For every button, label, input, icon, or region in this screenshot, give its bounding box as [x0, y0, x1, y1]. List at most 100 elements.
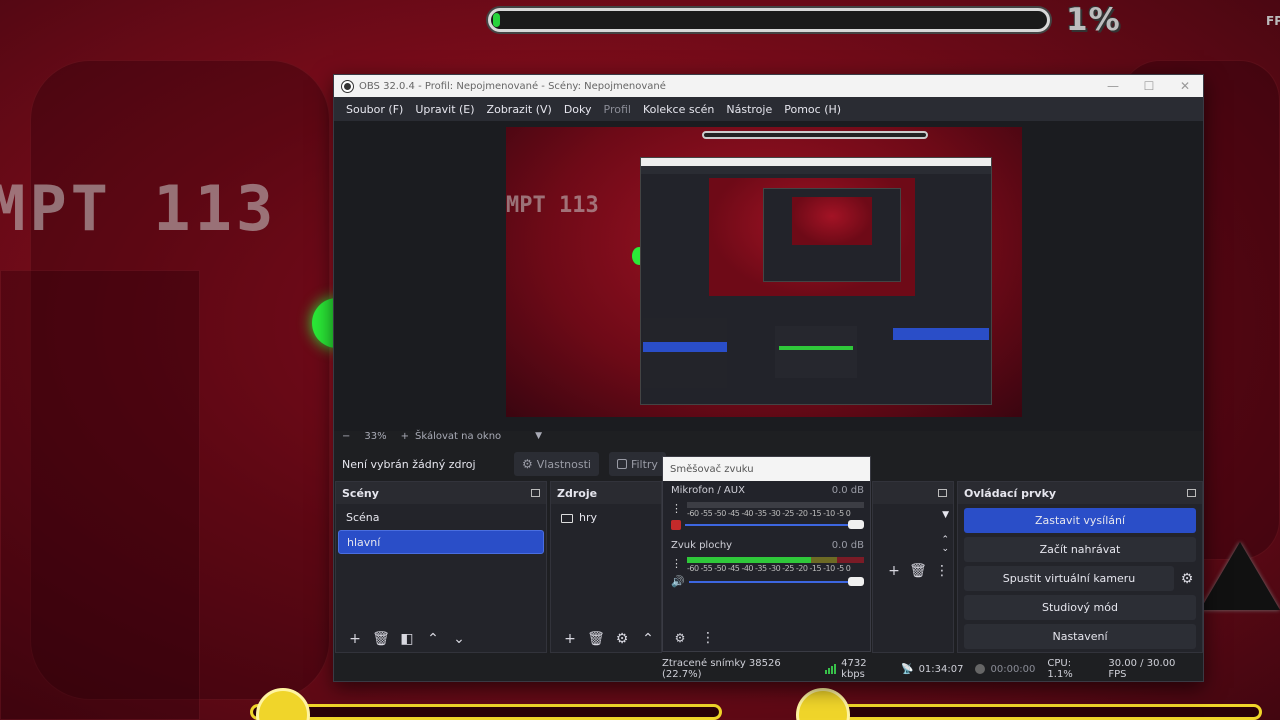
- nested-obs-preview: [640, 157, 992, 405]
- transitions-toolbar: + 🗑 ⋮: [873, 560, 953, 582]
- nested-title-bar: [641, 158, 991, 166]
- menu-docks[interactable]: Doky: [558, 103, 598, 116]
- record-time-value: 00:00:00: [990, 663, 1036, 675]
- source-item[interactable]: hry: [553, 506, 659, 530]
- properties-label: Vlastnosti: [536, 457, 591, 471]
- dropped-frames: Ztracené snímky 38526 (22.7%): [662, 658, 781, 680]
- menu-profile[interactable]: Profil: [598, 103, 637, 116]
- move-up-icon[interactable]: ⌃: [422, 628, 444, 650]
- channel-menu-icon[interactable]: ⋮: [671, 503, 682, 514]
- start-recording-button[interactable]: Začít nahrávat: [964, 537, 1196, 562]
- undock-icon[interactable]: [938, 489, 947, 497]
- menu-help[interactable]: Pomoc (H): [778, 103, 847, 116]
- stream-time: 📡 01:34:07: [901, 664, 963, 675]
- game-progress-fill: [493, 13, 500, 27]
- channel-menu-icon[interactable]: ⋮: [671, 558, 682, 569]
- nested-mixer: [775, 326, 857, 378]
- gear-icon: ⚙: [522, 457, 533, 471]
- menu-edit[interactable]: Upravit (E): [409, 103, 480, 116]
- signal-icon: [825, 664, 837, 674]
- title-bar: OBS 32.0.4 - Profil: Nepojmenované - Scé…: [334, 75, 1203, 97]
- maximize-button[interactable]: ☐: [1131, 79, 1167, 93]
- mixer-channel-mic: Mikrofon / AUX 0.0 dB ⋮ -60 -55 -50 -45 …: [663, 481, 870, 530]
- yellow-jump-pad: [796, 688, 850, 720]
- audio-mixer-window: Směšovač zvuku Mikrofon / AUX 0.0 dB ⋮ -…: [662, 456, 871, 652]
- controls-header: Ovládací prvky: [958, 482, 1202, 504]
- volume-slider[interactable]: [685, 520, 864, 530]
- nested-preview-canvas: [709, 178, 915, 296]
- scenes-header: Scény: [336, 482, 546, 504]
- sources-toolbar: + 🗑 ⚙ ⌃: [551, 626, 661, 652]
- move-down-icon[interactable]: ⌄: [448, 628, 470, 650]
- scale-to-window[interactable]: Škálovat na okno: [415, 431, 501, 442]
- channel-db: 0.0 dB: [831, 485, 864, 496]
- menu-view[interactable]: Zobrazit (V): [481, 103, 558, 116]
- studio-mode-button[interactable]: Studiový mód: [964, 595, 1196, 620]
- scene-item[interactable]: Scéna: [338, 506, 544, 530]
- slider-knob[interactable]: [848, 576, 864, 586]
- scene-filters-icon[interactable]: ◧: [396, 628, 418, 650]
- trash-icon[interactable]: 🗑: [585, 628, 607, 650]
- minimize-button[interactable]: —: [1095, 79, 1131, 93]
- start-virtual-camera-button[interactable]: Spustit virtuální kameru: [964, 566, 1174, 591]
- more-options-icon[interactable]: ⋮: [697, 627, 719, 649]
- game-fps-label: FP: [1266, 14, 1280, 28]
- stop-stream-button[interactable]: Zastavit vysílání: [964, 508, 1196, 533]
- gear-icon[interactable]: ⚙: [1176, 568, 1198, 590]
- advanced-audio-icon[interactable]: ⚙: [669, 627, 691, 649]
- volume-meter: -60 -55 -50 -45 -40 -35 -30 -25 -20 -15 …: [687, 502, 864, 518]
- channel-name: Mikrofon / AUX: [671, 485, 745, 496]
- undock-icon[interactable]: [1187, 489, 1196, 497]
- zoom-in-button[interactable]: +: [401, 431, 409, 442]
- zoom-out-button[interactable]: −: [342, 431, 350, 442]
- slider-knob[interactable]: [848, 520, 864, 529]
- more-options-icon[interactable]: ⋮: [931, 560, 953, 582]
- source-label: hry: [579, 511, 598, 524]
- menu-tools[interactable]: Nástroje: [720, 103, 778, 116]
- add-scene-icon[interactable]: +: [344, 628, 366, 650]
- menu-file[interactable]: Soubor (F): [340, 103, 409, 116]
- meter-track: [687, 502, 864, 508]
- fps-indicator: 30.00 / 30.00 FPS: [1108, 658, 1176, 680]
- trash-icon[interactable]: 🗑: [907, 560, 929, 582]
- close-button[interactable]: ✕: [1167, 79, 1203, 93]
- scenes-toolbar: + 🗑 ◧ ⌃ ⌄: [336, 626, 546, 652]
- preview-attempt-text: MPT 113: [506, 193, 599, 218]
- mute-icon[interactable]: [671, 520, 681, 530]
- filters-button[interactable]: Filtry: [608, 452, 666, 476]
- add-source-icon[interactable]: +: [559, 628, 581, 650]
- move-up-icon[interactable]: ⌃: [637, 628, 659, 650]
- no-source-label: Není vybrán žádný zdroj: [342, 457, 476, 471]
- duration-spinner-icon[interactable]: ⌃ ⌄: [873, 536, 949, 554]
- transition-dropdown-chevron-icon[interactable]: ▼: [873, 510, 949, 532]
- scale-dropdown-chevron-icon[interactable]: ▼: [535, 431, 542, 441]
- bitrate-value: 4732 kbps: [841, 658, 867, 680]
- meter-clip-zone: [837, 557, 864, 563]
- obs-logo-icon: [342, 80, 353, 92]
- menu-scene-collection[interactable]: Kolekce scén: [637, 103, 720, 116]
- transitions-header: [873, 482, 953, 504]
- nested-stop-stream: [893, 328, 989, 340]
- scene-item-selected[interactable]: hlavní: [338, 530, 544, 554]
- gear-icon[interactable]: ⚙: [611, 628, 633, 650]
- add-transition-icon[interactable]: +: [883, 560, 905, 582]
- trash-icon[interactable]: 🗑: [370, 628, 392, 650]
- mixer-channel-desktop: Zvuk plochy 0.0 dB ⋮ -60 -55 -50 -45 -40…: [663, 536, 870, 588]
- game-attempt-text: MPT 113: [0, 172, 278, 245]
- volume-meter: -60 -55 -50 -45 -40 -35 -30 -25 -20 -15 …: [687, 557, 864, 573]
- volume-slider[interactable]: [689, 576, 864, 587]
- preview-area[interactable]: MPT 113: [334, 121, 1203, 431]
- spike-obstacle: [1200, 542, 1280, 610]
- properties-button[interactable]: ⚙ Vlastnosti: [514, 452, 599, 476]
- nested-scenes-dock: [643, 318, 727, 388]
- settings-button[interactable]: Nastavení: [964, 624, 1196, 649]
- yellow-platform: [250, 704, 722, 720]
- preview-canvas[interactable]: MPT 113: [506, 127, 1022, 417]
- channel-name: Zvuk plochy: [671, 540, 733, 551]
- speaker-icon[interactable]: 🔊: [671, 575, 685, 588]
- nested-obs-preview-2: [763, 188, 901, 282]
- nested-selected-scene: [643, 342, 727, 352]
- sources-header: Zdroje: [551, 482, 661, 504]
- undock-icon[interactable]: [531, 489, 540, 497]
- controls-title: Ovládací prvky: [964, 486, 1057, 500]
